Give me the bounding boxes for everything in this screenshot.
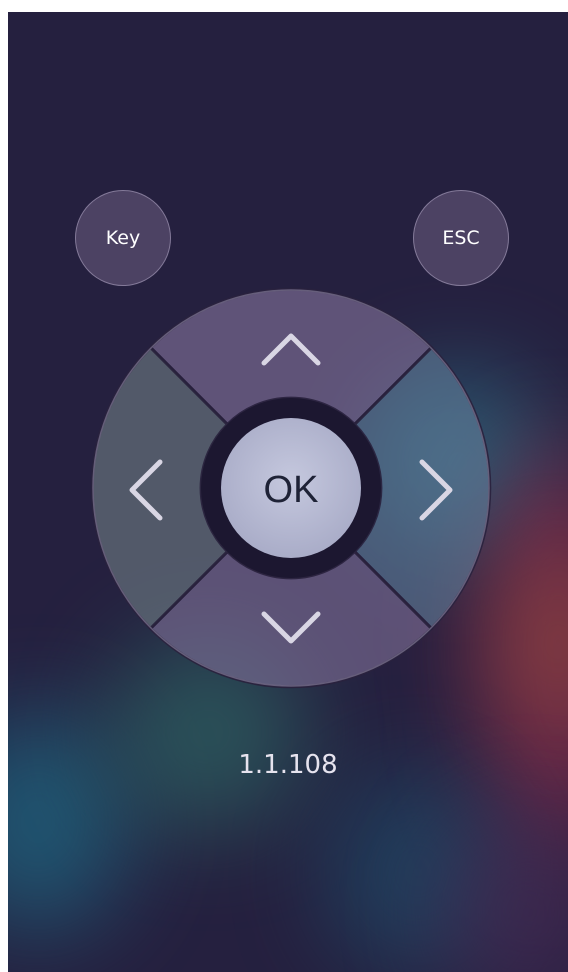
version-label: 1.1.108 (238, 750, 338, 780)
ok-button[interactable]: OK (221, 418, 361, 558)
remote-screen: Key ESC OK 1.1.108 (8, 12, 568, 972)
dpad: OK (90, 287, 492, 689)
ok-button-label: OK (264, 469, 319, 511)
